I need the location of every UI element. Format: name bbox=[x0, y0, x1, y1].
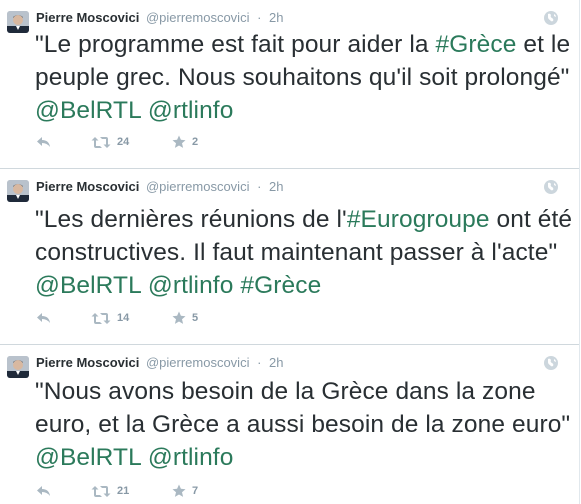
mention-link[interactable]: @BelRTL bbox=[35, 444, 141, 471]
separator-dot: · bbox=[257, 10, 262, 25]
retweet-icon bbox=[91, 136, 111, 149]
tweet-actions: 14 5 bbox=[36, 308, 336, 328]
tweet-text-segment: "Le programme est fait pour aider la bbox=[35, 31, 436, 58]
timestamp[interactable]: 2h bbox=[269, 10, 283, 25]
reply-button[interactable] bbox=[36, 132, 52, 152]
tweet-text-segment: "Les dernières réunions de l' bbox=[35, 206, 347, 233]
reply-icon bbox=[36, 312, 52, 324]
star-icon bbox=[172, 484, 186, 498]
reply-button[interactable] bbox=[36, 481, 52, 501]
tweet-text: "Le programme est fait pour aider la #Gr… bbox=[35, 28, 575, 127]
reply-button[interactable] bbox=[36, 308, 52, 328]
author-name[interactable]: Pierre Moscovici bbox=[36, 355, 139, 370]
retweet-button[interactable]: 21 bbox=[91, 481, 129, 501]
favorite-count: 5 bbox=[192, 312, 199, 324]
retweet-button[interactable]: 24 bbox=[91, 132, 129, 152]
separator-dot: · bbox=[257, 355, 262, 370]
timestamp[interactable]: 2h bbox=[269, 355, 283, 370]
tweet-text: "Les dernières réunions de l'#Eurogroupe… bbox=[35, 203, 575, 302]
globe-icon[interactable] bbox=[543, 10, 559, 26]
tweet-text-segment bbox=[141, 97, 148, 124]
favorite-button[interactable]: 5 bbox=[172, 308, 198, 328]
separator-dot: · bbox=[257, 179, 262, 194]
hashtag-link[interactable]: #Grèce bbox=[436, 31, 517, 58]
tweet-text-segment bbox=[141, 444, 148, 471]
retweet-icon bbox=[91, 312, 111, 325]
globe-icon[interactable] bbox=[543, 179, 559, 195]
mention-link[interactable]: @BelRTL bbox=[35, 97, 141, 124]
tweet-header: Pierre Moscovici @pierremoscovici · 2h bbox=[36, 10, 284, 26]
retweet-count: 14 bbox=[117, 312, 130, 324]
retweet-icon bbox=[91, 485, 111, 498]
avatar[interactable] bbox=[7, 180, 29, 202]
tweet[interactable]: Pierre Moscovici @pierremoscovici · 2h "… bbox=[0, 0, 579, 168]
reply-icon bbox=[36, 136, 52, 148]
globe-icon[interactable] bbox=[543, 355, 559, 371]
reply-icon bbox=[36, 485, 52, 497]
retweet-count: 24 bbox=[117, 136, 130, 148]
hashtag-link[interactable]: #Grèce bbox=[240, 272, 321, 299]
author-handle[interactable]: @pierremoscovici bbox=[146, 179, 250, 194]
retweet-button[interactable]: 14 bbox=[91, 308, 129, 328]
mention-link[interactable]: @BelRTL bbox=[35, 272, 141, 299]
tweet-header: Pierre Moscovici @pierremoscovici · 2h bbox=[36, 179, 284, 195]
tweet[interactable]: Pierre Moscovici @pierremoscovici · 2h "… bbox=[0, 345, 579, 504]
tweet-header: Pierre Moscovici @pierremoscovici · 2h bbox=[36, 355, 284, 371]
author-handle[interactable]: @pierremoscovici bbox=[146, 10, 250, 25]
star-icon bbox=[172, 311, 186, 325]
star-icon bbox=[172, 135, 186, 149]
mention-link[interactable]: @rtlinfo bbox=[148, 272, 234, 299]
timestamp[interactable]: 2h bbox=[269, 179, 283, 194]
tweet-text-segment bbox=[141, 272, 148, 299]
author-name[interactable]: Pierre Moscovici bbox=[36, 179, 139, 194]
tweet-text-segment: "Nous avons besoin de la Grèce dans la z… bbox=[35, 378, 571, 438]
tweet-actions: 21 7 bbox=[36, 481, 336, 501]
avatar[interactable] bbox=[7, 356, 29, 378]
tweet-timeline: Pierre Moscovici @pierremoscovici · 2h "… bbox=[0, 0, 580, 504]
favorite-button[interactable]: 7 bbox=[172, 481, 198, 501]
avatar[interactable] bbox=[7, 11, 29, 33]
author-handle[interactable]: @pierremoscovici bbox=[146, 355, 250, 370]
favorite-button[interactable]: 2 bbox=[172, 132, 198, 152]
hashtag-link[interactable]: #Eurogroupe bbox=[347, 206, 490, 233]
mention-link[interactable]: @rtlinfo bbox=[148, 444, 234, 471]
tweet[interactable]: Pierre Moscovici @pierremoscovici · 2h "… bbox=[0, 168, 579, 345]
retweet-count: 21 bbox=[117, 485, 130, 497]
favorite-count: 7 bbox=[192, 485, 199, 497]
tweet-actions: 24 2 bbox=[36, 132, 336, 152]
author-name[interactable]: Pierre Moscovici bbox=[36, 10, 139, 25]
favorite-count: 2 bbox=[192, 136, 199, 148]
mention-link[interactable]: @rtlinfo bbox=[148, 97, 234, 124]
tweet-text: "Nous avons besoin de la Grèce dans la z… bbox=[35, 375, 575, 474]
